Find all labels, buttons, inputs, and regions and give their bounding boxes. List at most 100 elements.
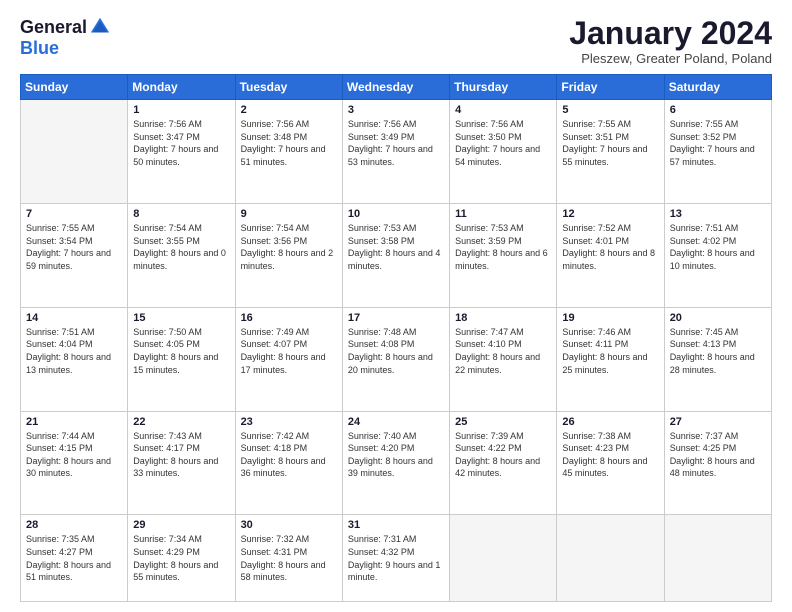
weekday-header: Sunday bbox=[21, 75, 128, 100]
day-info: Sunrise: 7:53 AMSunset: 3:59 PMDaylight:… bbox=[455, 222, 551, 272]
logo-general: General bbox=[20, 17, 87, 38]
day-info: Sunrise: 7:44 AMSunset: 4:15 PMDaylight:… bbox=[26, 430, 122, 480]
day-number: 27 bbox=[670, 416, 766, 428]
day-info: Sunrise: 7:56 AMSunset: 3:47 PMDaylight:… bbox=[133, 118, 229, 168]
calendar-day-cell: 19 Sunrise: 7:46 AMSunset: 4:11 PMDayligh… bbox=[557, 307, 664, 411]
day-info: Sunrise: 7:45 AMSunset: 4:13 PMDaylight:… bbox=[670, 326, 766, 376]
weekday-header: Wednesday bbox=[342, 75, 449, 100]
weekday-header: Friday bbox=[557, 75, 664, 100]
day-number: 2 bbox=[241, 104, 337, 116]
day-number: 6 bbox=[670, 104, 766, 116]
day-info: Sunrise: 7:31 AMSunset: 4:32 PMDaylight:… bbox=[348, 533, 444, 583]
day-info: Sunrise: 7:47 AMSunset: 4:10 PMDaylight:… bbox=[455, 326, 551, 376]
weekday-header: Tuesday bbox=[235, 75, 342, 100]
calendar-day-cell: 16 Sunrise: 7:49 AMSunset: 4:07 PMDayligh… bbox=[235, 307, 342, 411]
calendar-day-cell bbox=[557, 515, 664, 602]
day-info: Sunrise: 7:35 AMSunset: 4:27 PMDaylight:… bbox=[26, 533, 122, 583]
day-info: Sunrise: 7:50 AMSunset: 4:05 PMDaylight:… bbox=[133, 326, 229, 376]
day-info: Sunrise: 7:54 AMSunset: 3:55 PMDaylight:… bbox=[133, 222, 229, 272]
day-number: 22 bbox=[133, 416, 229, 428]
day-number: 29 bbox=[133, 519, 229, 531]
day-info: Sunrise: 7:43 AMSunset: 4:17 PMDaylight:… bbox=[133, 430, 229, 480]
day-info: Sunrise: 7:46 AMSunset: 4:11 PMDaylight:… bbox=[562, 326, 658, 376]
calendar-day-cell: 24 Sunrise: 7:40 AMSunset: 4:20 PMDayligh… bbox=[342, 411, 449, 515]
day-number: 17 bbox=[348, 312, 444, 324]
header: General Blue January 2024 Pleszew, Great… bbox=[20, 16, 772, 66]
weekday-header: Saturday bbox=[664, 75, 771, 100]
location: Pleszew, Greater Poland, Poland bbox=[569, 51, 772, 66]
month-title: January 2024 bbox=[569, 16, 772, 51]
day-number: 24 bbox=[348, 416, 444, 428]
calendar-day-cell bbox=[21, 100, 128, 204]
calendar-week-row: 7 Sunrise: 7:55 AMSunset: 3:54 PMDaylight… bbox=[21, 204, 772, 308]
calendar-day-cell: 30 Sunrise: 7:32 AMSunset: 4:31 PMDayligh… bbox=[235, 515, 342, 602]
day-number: 23 bbox=[241, 416, 337, 428]
day-number: 14 bbox=[26, 312, 122, 324]
weekday-header: Monday bbox=[128, 75, 235, 100]
calendar-day-cell: 12Sunrise: 7:52 AMSunset: 4:01 PMDayligh… bbox=[557, 204, 664, 308]
day-number: 8 bbox=[133, 208, 229, 220]
day-info: Sunrise: 7:56 AMSunset: 3:49 PMDaylight:… bbox=[348, 118, 444, 168]
day-number: 7 bbox=[26, 208, 122, 220]
day-number: 30 bbox=[241, 519, 337, 531]
day-info: Sunrise: 7:40 AMSunset: 4:20 PMDaylight:… bbox=[348, 430, 444, 480]
calendar-day-cell bbox=[450, 515, 557, 602]
calendar-day-cell bbox=[664, 515, 771, 602]
day-number: 19 bbox=[562, 312, 658, 324]
calendar-day-cell: 22 Sunrise: 7:43 AMSunset: 4:17 PMDayligh… bbox=[128, 411, 235, 515]
calendar-day-cell: 5Sunrise: 7:55 AMSunset: 3:51 PMDaylight… bbox=[557, 100, 664, 204]
calendar-day-cell: 18 Sunrise: 7:47 AMSunset: 4:10 PMDayligh… bbox=[450, 307, 557, 411]
calendar-day-cell: 26 Sunrise: 7:38 AMSunset: 4:23 PMDayligh… bbox=[557, 411, 664, 515]
day-number: 1 bbox=[133, 104, 229, 116]
calendar-day-cell: 2 Sunrise: 7:56 AMSunset: 3:48 PMDaylight… bbox=[235, 100, 342, 204]
day-number: 15 bbox=[133, 312, 229, 324]
day-info: Sunrise: 7:51 AMSunset: 4:04 PMDaylight:… bbox=[26, 326, 122, 376]
day-number: 18 bbox=[455, 312, 551, 324]
day-number: 28 bbox=[26, 519, 122, 531]
logo: General Blue bbox=[20, 16, 111, 59]
calendar-day-cell: 28 Sunrise: 7:35 AMSunset: 4:27 PMDayligh… bbox=[21, 515, 128, 602]
calendar-day-cell: 1 Sunrise: 7:56 AMSunset: 3:47 PMDaylight… bbox=[128, 100, 235, 204]
day-info: Sunrise: 7:56 AMSunset: 3:48 PMDaylight:… bbox=[241, 118, 337, 168]
calendar-day-cell: 3 Sunrise: 7:56 AMSunset: 3:49 PMDaylight… bbox=[342, 100, 449, 204]
calendar-day-cell: 23Sunrise: 7:42 AMSunset: 4:18 PMDayligh… bbox=[235, 411, 342, 515]
calendar-day-cell: 7 Sunrise: 7:55 AMSunset: 3:54 PMDaylight… bbox=[21, 204, 128, 308]
calendar-day-cell: 8 Sunrise: 7:54 AMSunset: 3:55 PMDaylight… bbox=[128, 204, 235, 308]
calendar-day-cell: 21Sunrise: 7:44 AMSunset: 4:15 PMDayligh… bbox=[21, 411, 128, 515]
title-section: January 2024 Pleszew, Greater Poland, Po… bbox=[569, 16, 772, 66]
day-info: Sunrise: 7:37 AMSunset: 4:25 PMDaylight:… bbox=[670, 430, 766, 480]
page: General Blue January 2024 Pleszew, Great… bbox=[0, 0, 792, 612]
weekday-header: Thursday bbox=[450, 75, 557, 100]
day-info: Sunrise: 7:38 AMSunset: 4:23 PMDaylight:… bbox=[562, 430, 658, 480]
day-info: Sunrise: 7:48 AMSunset: 4:08 PMDaylight:… bbox=[348, 326, 444, 376]
day-info: Sunrise: 7:55 AMSunset: 3:54 PMDaylight:… bbox=[26, 222, 122, 272]
day-number: 26 bbox=[562, 416, 658, 428]
day-number: 31 bbox=[348, 519, 444, 531]
calendar-week-row: 14 Sunrise: 7:51 AMSunset: 4:04 PMDayligh… bbox=[21, 307, 772, 411]
calendar-week-row: 1 Sunrise: 7:56 AMSunset: 3:47 PMDaylight… bbox=[21, 100, 772, 204]
day-info: Sunrise: 7:55 AMSunset: 3:52 PMDaylight:… bbox=[670, 118, 766, 168]
day-number: 11 bbox=[455, 208, 551, 220]
calendar-day-cell: 6 Sunrise: 7:55 AMSunset: 3:52 PMDaylight… bbox=[664, 100, 771, 204]
day-number: 4 bbox=[455, 104, 551, 116]
day-info: Sunrise: 7:53 AMSunset: 3:58 PMDaylight:… bbox=[348, 222, 444, 272]
calendar-day-cell: 11 Sunrise: 7:53 AMSunset: 3:59 PMDayligh… bbox=[450, 204, 557, 308]
day-number: 25 bbox=[455, 416, 551, 428]
day-info: Sunrise: 7:51 AMSunset: 4:02 PMDaylight:… bbox=[670, 222, 766, 272]
calendar-day-cell: 15 Sunrise: 7:50 AMSunset: 4:05 PMDayligh… bbox=[128, 307, 235, 411]
day-number: 20 bbox=[670, 312, 766, 324]
day-info: Sunrise: 7:56 AMSunset: 3:50 PMDaylight:… bbox=[455, 118, 551, 168]
calendar-week-row: 28 Sunrise: 7:35 AMSunset: 4:27 PMDayligh… bbox=[21, 515, 772, 602]
day-number: 16 bbox=[241, 312, 337, 324]
calendar-day-cell: 20 Sunrise: 7:45 AMSunset: 4:13 PMDayligh… bbox=[664, 307, 771, 411]
day-info: Sunrise: 7:52 AMSunset: 4:01 PMDaylight:… bbox=[562, 222, 658, 272]
day-number: 3 bbox=[348, 104, 444, 116]
calendar-table: SundayMondayTuesdayWednesdayThursdayFrid… bbox=[20, 74, 772, 602]
weekday-header-row: SundayMondayTuesdayWednesdayThursdayFrid… bbox=[21, 75, 772, 100]
day-number: 5 bbox=[562, 104, 658, 116]
day-number: 13 bbox=[670, 208, 766, 220]
day-info: Sunrise: 7:32 AMSunset: 4:31 PMDaylight:… bbox=[241, 533, 337, 583]
logo-blue: Blue bbox=[20, 38, 59, 59]
logo-icon bbox=[89, 16, 111, 38]
day-info: Sunrise: 7:49 AMSunset: 4:07 PMDaylight:… bbox=[241, 326, 337, 376]
